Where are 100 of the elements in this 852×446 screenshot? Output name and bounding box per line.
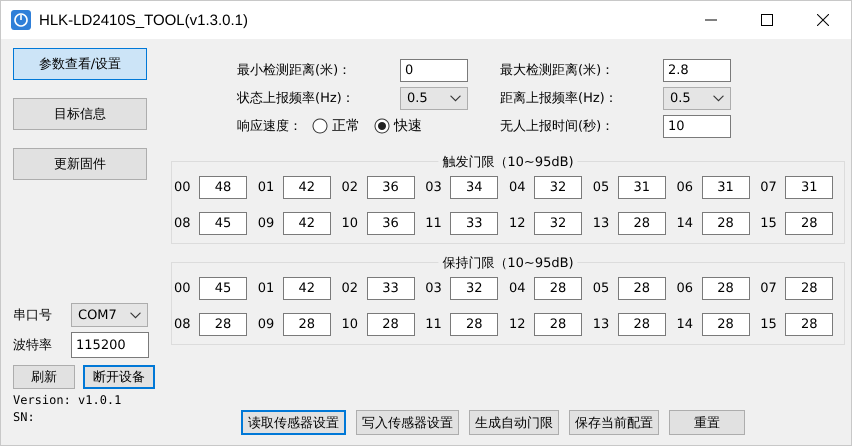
setting-label: 无人上报时间(秒)： [500,118,616,135]
threshold-field[interactable]: 28 [702,277,750,300]
serial-button[interactable]: 刷新 [13,365,75,389]
threshold-field[interactable]: 28 [785,313,834,336]
threshold-field[interactable]: 45 [199,212,247,235]
gate-label: 00 [174,281,192,296]
baud-field[interactable]: 115200 [71,332,149,358]
gate-label: 02 [342,180,360,195]
threshold-field[interactable]: 33 [450,212,498,235]
action-button[interactable]: 重置 [669,410,745,435]
threshold-field[interactable]: 28 [785,277,834,300]
action-button[interactable]: 生成自动门限 [469,410,559,435]
dropdown-icon [713,94,724,102]
setting-field[interactable]: 2.8 [663,58,731,82]
threshold-field[interactable]: 36 [366,212,414,235]
dropdown-icon [130,312,141,318]
threshold-field[interactable]: 28 [450,313,498,336]
gate-label: 00 [174,180,192,195]
sn-text: SN: [13,411,36,423]
action-button[interactable]: 写入传感器设置 [356,410,459,435]
gate-label: 06 [676,180,694,195]
dropdown-icon [450,94,461,102]
radio-label: 快速 [394,117,422,135]
gate-label: 06 [676,281,694,296]
gate-label: 10 [342,317,360,332]
threshold-field[interactable]: 42 [282,176,331,199]
gate-label: 04 [509,180,527,195]
radio-label: 正常 [332,117,360,135]
action-button[interactable]: 保存当前配置 [569,410,659,435]
app-icon [11,10,31,30]
gate-label: 03 [425,180,443,195]
gate-label: 13 [592,317,610,332]
baud-label: 波特率 [13,337,53,354]
gate-label: 03 [425,281,443,296]
threshold-field[interactable]: 36 [366,176,414,199]
setting-label: 最小检测距离(米)： [237,62,352,79]
port-select[interactable]: COM7 [71,303,148,327]
action-button[interactable]: 读取传感器设置 [241,410,346,435]
gate-label: 12 [509,216,527,231]
threshold-field[interactable]: 31 [618,176,666,199]
threshold-field[interactable]: 28 [534,277,582,300]
setting-label: 状态上报频率(Hz)： [237,90,356,107]
gate-label: 14 [676,216,694,231]
gate-label: 09 [258,317,276,332]
gate-label: 11 [425,317,443,332]
threshold-field[interactable]: 28 [702,313,750,336]
group-title: 保持门限（10~95dB) [438,254,578,272]
nav-button[interactable]: 更新固件 [13,148,147,180]
setting-label: 距离上报频率(Hz)： [500,90,619,107]
threshold-field[interactable]: 31 [702,176,750,199]
threshold-field[interactable]: 28 [618,212,666,235]
gate-label: 08 [174,216,192,231]
threshold-field[interactable]: 28 [702,212,750,235]
threshold-field[interactable]: 31 [785,176,834,199]
threshold-field[interactable]: 28 [366,313,414,336]
threshold-field[interactable]: 28 [282,313,331,336]
window-title: HLK-LD2410S_TOOL(v1.3.0.1) [39,12,248,28]
threshold-field[interactable]: 42 [282,277,331,300]
nav-button[interactable]: 目标信息 [13,98,147,130]
gate-label: 04 [509,281,527,296]
threshold-field[interactable]: 28 [618,313,666,336]
threshold-field[interactable]: 32 [450,277,498,300]
gate-label: 05 [592,281,610,296]
setting-field[interactable]: 0 [400,58,468,82]
maximize-icon[interactable] [761,14,773,26]
gate-label: 02 [342,281,360,296]
gate-label: 14 [676,317,694,332]
gate-label: 10 [342,216,360,231]
threshold-field[interactable]: 28 [534,313,582,336]
threshold-field[interactable]: 48 [199,176,247,199]
gate-label: 08 [174,317,192,332]
close-icon[interactable] [817,14,829,26]
gate-label: 05 [592,180,610,195]
serial-button[interactable]: 断开设备 [83,365,155,389]
threshold-field[interactable]: 32 [534,176,582,199]
threshold-field[interactable]: 28 [199,313,247,336]
nav-button[interactable]: 参数查看/设置 [13,48,147,80]
gate-label: 15 [760,216,778,231]
threshold-field[interactable]: 28 [785,212,834,235]
gate-label: 01 [258,281,276,296]
gate-label: 12 [509,317,527,332]
radio-button[interactable] [312,118,328,134]
gate-label: 15 [760,317,778,332]
setting-select[interactable]: 0.5 [663,86,731,110]
gate-label: 09 [258,216,276,231]
setting-select[interactable]: 0.5 [400,86,468,110]
version-text: Version: v1.0.1 [13,394,122,406]
setting-label: 响应速度： [237,118,302,135]
gate-label: 01 [258,180,276,195]
threshold-field[interactable]: 34 [450,176,498,199]
gate-label: 07 [760,281,778,296]
threshold-field[interactable]: 45 [199,277,247,300]
radio-button[interactable] [374,118,390,134]
setting-field[interactable]: 10 [663,114,731,138]
threshold-field[interactable]: 28 [618,277,666,300]
setting-label: 最大检测距离(米)： [500,62,616,79]
threshold-field[interactable]: 32 [534,212,582,235]
port-label: 串口号 [13,307,53,324]
threshold-field[interactable]: 42 [282,212,331,235]
threshold-field[interactable]: 33 [366,277,414,300]
